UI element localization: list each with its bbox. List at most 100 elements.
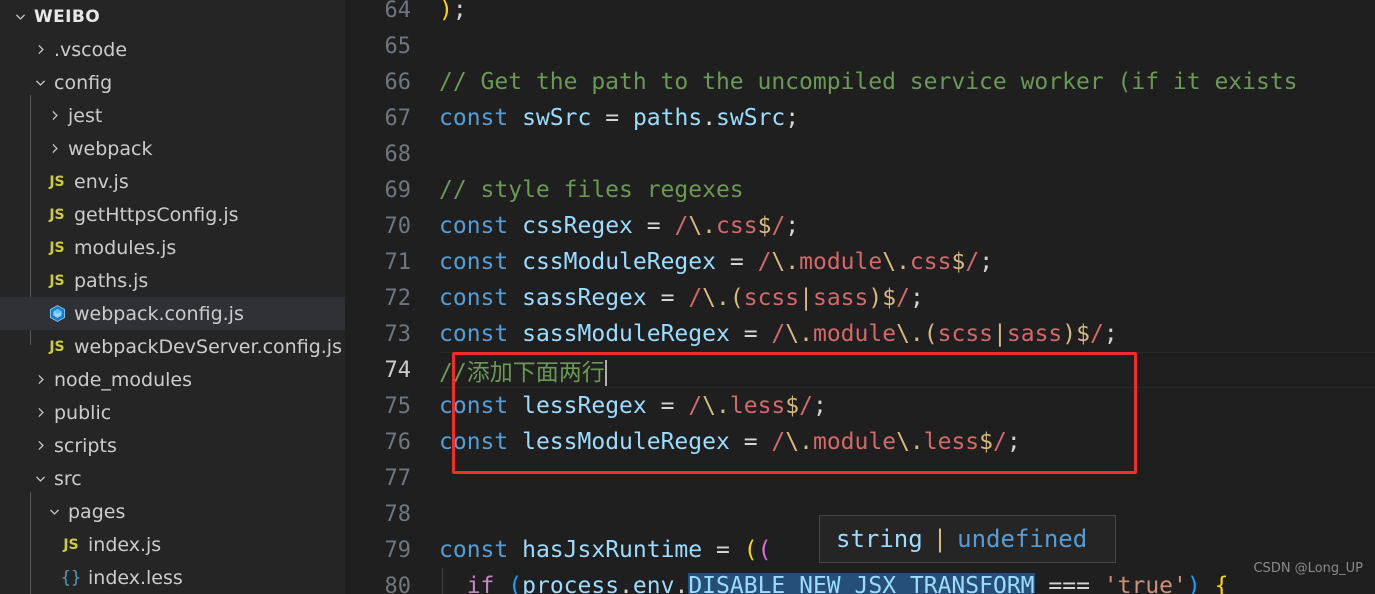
sidebar-item-label: config	[54, 71, 113, 94]
code-line[interactable]: 65	[345, 28, 1375, 64]
code-line-active[interactable]: 74 //添加下面两行	[345, 352, 1375, 388]
sidebar-item-label: scripts	[54, 434, 117, 457]
line-number: 77	[384, 465, 412, 491]
webpack-file-icon	[44, 304, 70, 323]
code-line[interactable]: 73 const sassModuleRegex = /\.module\.(s…	[345, 316, 1375, 352]
line-content[interactable]: );	[425, 0, 1375, 23]
line-number: 64	[384, 0, 412, 23]
line-content[interactable]: // Get the path to the uncompiled servic…	[425, 69, 1375, 95]
line-content[interactable]: const lessRegex = /\.less$/;	[425, 393, 1375, 419]
sidebar-item-label: getHttpsConfig.js	[74, 203, 239, 226]
chevron-right-icon	[30, 43, 50, 56]
indent-guide	[442, 568, 443, 594]
sidebar-item-modules-js[interactable]: JS modules.js	[0, 231, 345, 264]
line-number: 78	[384, 501, 412, 527]
sidebar-item-label: env.js	[74, 170, 129, 193]
sidebar-item-scripts[interactable]: scripts	[0, 429, 345, 462]
csdn-watermark: CSDN @Long_UP	[1253, 561, 1363, 576]
code-line[interactable]: 71 const cssModuleRegex = /\.module\.css…	[345, 244, 1375, 280]
js-file-icon: JS	[63, 536, 79, 553]
line-number: 70	[384, 213, 412, 239]
code-line[interactable]: 69 // style files regexes	[345, 172, 1375, 208]
line-content[interactable]: const sassModuleRegex = /\.module\.(scss…	[425, 321, 1375, 347]
sidebar-item-label: pages	[68, 500, 126, 523]
js-file-icon: JS	[49, 206, 65, 223]
sidebar-item-label: node_modules	[54, 368, 193, 391]
sidebar-item-vscode[interactable]: .vscode	[0, 33, 345, 66]
explorer-root-label: WEIBO	[34, 6, 101, 27]
line-number: 69	[384, 177, 412, 203]
chevron-down-icon	[30, 472, 50, 485]
sidebar-item-label: paths.js	[74, 269, 149, 292]
sidebar-item-config[interactable]: config	[0, 66, 345, 99]
line-content[interactable]: // style files regexes	[425, 177, 1375, 203]
js-file-icon: JS	[49, 239, 65, 256]
chevron-down-icon	[10, 10, 30, 23]
line-content[interactable]: const cssRegex = /\.css$/;	[425, 213, 1375, 239]
selected-text[interactable]: DISABLE_NEW_JSX_TRANSFORM	[688, 573, 1035, 594]
line-number: 79	[384, 537, 412, 563]
sidebar-item-webpackdevserver-config-js[interactable]: JS webpackDevServer.config.js	[0, 330, 345, 363]
code-line[interactable]: 80 if (process.env.DISABLE_NEW_JSX_TRANS…	[345, 568, 1375, 594]
line-number: 65	[384, 33, 412, 59]
code-line[interactable]: 64 );	[345, 0, 1375, 28]
sidebar-item-label: webpack.config.js	[74, 302, 244, 325]
chevron-down-icon	[44, 505, 64, 518]
sidebar-item-label: src	[54, 467, 82, 490]
line-number: 71	[384, 249, 412, 275]
line-number: 76	[384, 429, 412, 455]
code-line[interactable]: 77	[345, 460, 1375, 496]
sidebar-item-label: .vscode	[54, 38, 128, 61]
sidebar-item-jest[interactable]: jest	[0, 99, 345, 132]
tooltip-type-a: string	[836, 525, 923, 553]
line-number: 73	[384, 321, 412, 347]
editor-lines: 64 ); 65 66 // Get the path to the uncom…	[345, 0, 1375, 594]
js-file-icon: JS	[49, 338, 65, 355]
line-content[interactable]: //添加下面两行	[425, 353, 1375, 387]
sidebar-item-label: public	[54, 401, 112, 424]
chevron-right-icon	[44, 109, 64, 122]
code-line[interactable]: 70 const cssRegex = /\.css$/;	[345, 208, 1375, 244]
sidebar-item-label: index.js	[88, 533, 162, 556]
line-number: 75	[384, 393, 412, 419]
line-content[interactable]: const lessModuleRegex = /\.module\.less$…	[425, 429, 1375, 455]
chevron-right-icon	[30, 373, 50, 386]
line-number: 68	[384, 141, 412, 167]
code-line[interactable]: 75 const lessRegex = /\.less$/;	[345, 388, 1375, 424]
tooltip-type-b: undefined	[957, 525, 1088, 553]
vscode-window: WEIBO .vscode config jest webpack JS env…	[0, 0, 1375, 594]
sidebar-item-webpack-folder[interactable]: webpack	[0, 132, 345, 165]
sidebar-item-label: index.less	[88, 566, 183, 589]
sidebar-item-src[interactable]: src	[0, 462, 345, 495]
text-caret	[604, 360, 607, 386]
line-content[interactable]: const swSrc = paths.swSrc;	[425, 105, 1375, 131]
sidebar-item-webpack-config-js[interactable]: webpack.config.js	[0, 297, 345, 330]
explorer-sidebar[interactable]: WEIBO .vscode config jest webpack JS env…	[0, 0, 345, 594]
sidebar-item-label: webpackDevServer.config.js	[74, 335, 342, 358]
sidebar-item-pages[interactable]: pages	[0, 495, 345, 528]
code-line[interactable]: 68	[345, 136, 1375, 172]
sidebar-item-index-js[interactable]: JS index.js	[0, 528, 345, 561]
sidebar-item-public[interactable]: public	[0, 396, 345, 429]
explorer-root-weibo[interactable]: WEIBO	[0, 0, 345, 33]
js-file-icon: JS	[49, 173, 65, 190]
line-number: 72	[384, 285, 412, 311]
line-content[interactable]: const sassRegex = /\.(scss|sass)$/;	[425, 285, 1375, 311]
tooltip-separator: |	[932, 525, 948, 553]
sidebar-item-env-js[interactable]: JS env.js	[0, 165, 345, 198]
code-line[interactable]: 72 const sassRegex = /\.(scss|sass)$/;	[345, 280, 1375, 316]
code-line[interactable]: 67 const swSrc = paths.swSrc;	[345, 100, 1375, 136]
code-editor[interactable]: 64 ); 65 66 // Get the path to the uncom…	[345, 0, 1375, 594]
chinese-comment: //添加下面两行	[439, 360, 605, 386]
hover-tooltip: string | undefined	[819, 515, 1116, 563]
sidebar-item-index-less[interactable]: {} index.less	[0, 561, 345, 594]
chevron-down-icon	[30, 76, 50, 89]
line-content[interactable]: if (process.env.DISABLE_NEW_JSX_TRANSFOR…	[425, 573, 1375, 594]
code-line[interactable]: 66 // Get the path to the uncompiled ser…	[345, 64, 1375, 100]
sidebar-item-node-modules[interactable]: node_modules	[0, 363, 345, 396]
code-line[interactable]: 76 const lessModuleRegex = /\.module\.le…	[345, 424, 1375, 460]
sidebar-item-paths-js[interactable]: JS paths.js	[0, 264, 345, 297]
chevron-right-icon	[44, 142, 64, 155]
line-content[interactable]: const cssModuleRegex = /\.module\.css$/;	[425, 249, 1375, 275]
sidebar-item-gethttpsconfig-js[interactable]: JS getHttpsConfig.js	[0, 198, 345, 231]
